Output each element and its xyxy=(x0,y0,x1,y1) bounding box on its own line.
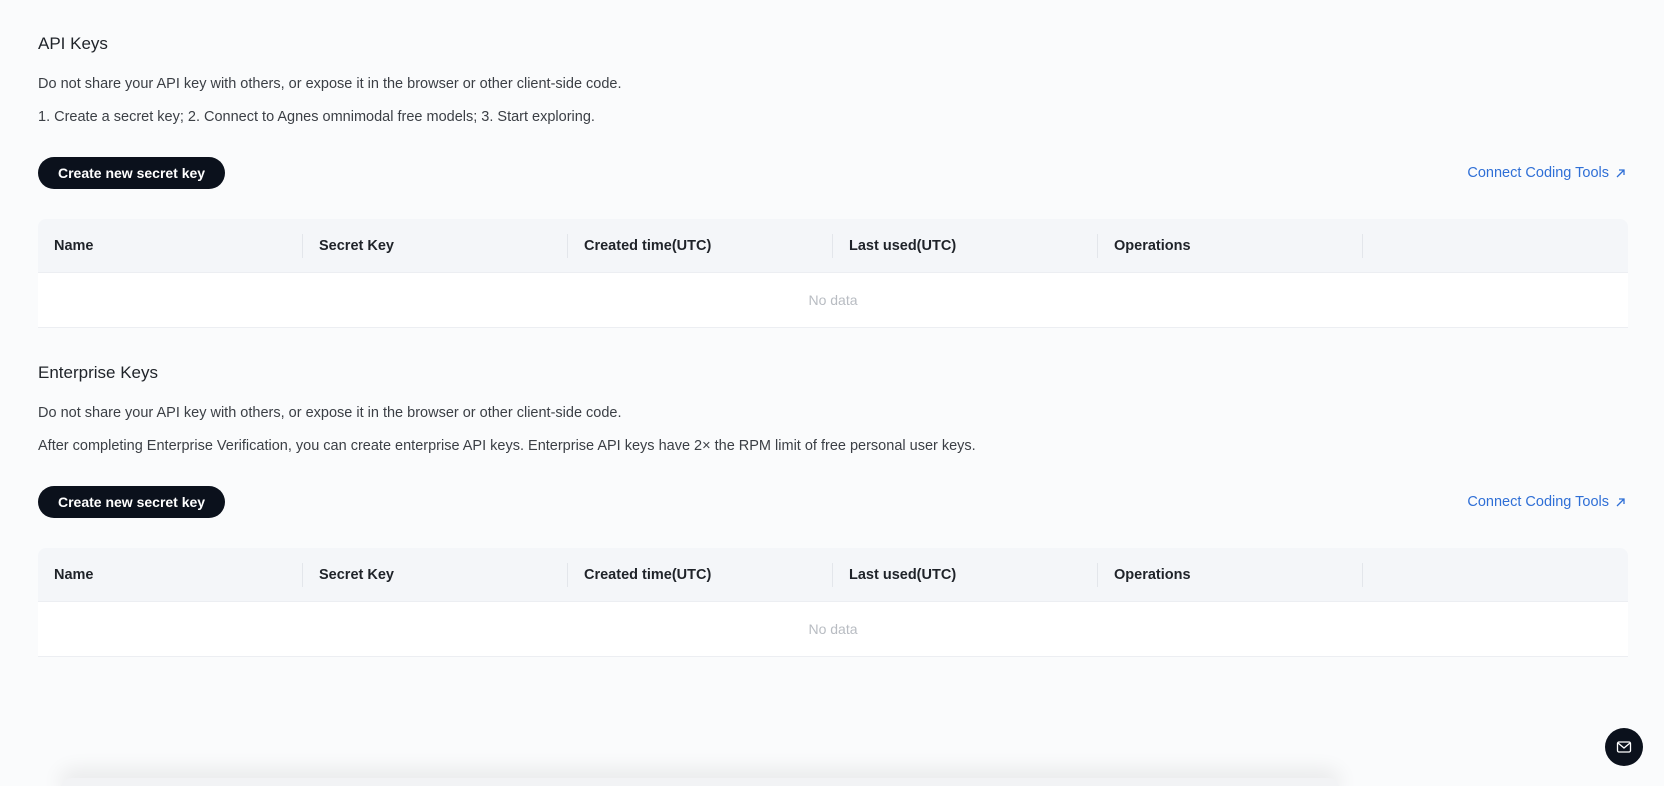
api-keys-steps: 1. Create a secret key; 2. Connect to Ag… xyxy=(38,109,595,125)
api-keys-section: API Keys Do not share your API key with … xyxy=(38,0,1628,328)
connect-coding-tools-label: Connect Coding Tools xyxy=(1467,165,1609,181)
enterprise-keys-info: After completing Enterprise Verification… xyxy=(38,438,976,454)
table-header: Name Secret Key Created time(UTC) Last u… xyxy=(38,219,1628,273)
column-header-name: Name xyxy=(38,219,303,272)
enterprise-keys-actions: Create new secret key Connect Coding Too… xyxy=(38,486,1626,518)
enterprise-keys-title: Enterprise Keys xyxy=(38,363,158,382)
api-keys-table: Name Secret Key Created time(UTC) Last u… xyxy=(38,219,1628,328)
column-header-created-time: Created time(UTC) xyxy=(568,548,833,601)
create-secret-key-button[interactable]: Create new secret key xyxy=(38,157,226,189)
column-header-last-used: Last used(UTC) xyxy=(833,548,1098,601)
column-header-operations: Operations xyxy=(1098,219,1363,272)
column-header-secret-key: Secret Key xyxy=(303,548,568,601)
empty-state-text: No data xyxy=(808,621,858,637)
column-header-extra xyxy=(1363,219,1628,272)
table-empty-row: No data xyxy=(38,602,1628,657)
contact-mail-button[interactable] xyxy=(1605,728,1643,766)
enterprise-keys-warning: Do not share your API key with others, o… xyxy=(38,405,622,421)
connect-coding-tools-link[interactable]: Connect Coding Tools xyxy=(1467,165,1626,181)
api-keys-title: API Keys xyxy=(38,34,108,53)
column-header-secret-key: Secret Key xyxy=(303,219,568,272)
table-header: Name Secret Key Created time(UTC) Last u… xyxy=(38,548,1628,602)
arrow-up-right-icon xyxy=(1615,168,1626,179)
bottom-panel-edge xyxy=(60,778,1340,786)
api-keys-warning: Do not share your API key with others, o… xyxy=(38,76,622,92)
create-enterprise-secret-key-button[interactable]: Create new secret key xyxy=(38,486,226,518)
table-empty-row: No data xyxy=(38,273,1628,328)
api-keys-actions: Create new secret key Connect Coding Too… xyxy=(38,157,1626,189)
column-header-last-used: Last used(UTC) xyxy=(833,219,1098,272)
enterprise-connect-coding-tools-link[interactable]: Connect Coding Tools xyxy=(1467,494,1626,510)
arrow-up-right-icon xyxy=(1615,497,1626,508)
column-header-name: Name xyxy=(38,548,303,601)
enterprise-keys-table: Name Secret Key Created time(UTC) Last u… xyxy=(38,548,1628,657)
column-header-extra xyxy=(1363,548,1628,601)
column-header-operations: Operations xyxy=(1098,548,1363,601)
enterprise-connect-coding-tools-label: Connect Coding Tools xyxy=(1467,494,1609,510)
page: API Keys Do not share your API key with … xyxy=(0,0,1664,786)
mail-icon xyxy=(1616,739,1632,755)
enterprise-keys-section: Enterprise Keys Do not share your API ke… xyxy=(38,328,1628,657)
empty-state-text: No data xyxy=(808,292,858,308)
column-header-created-time: Created time(UTC) xyxy=(568,219,833,272)
